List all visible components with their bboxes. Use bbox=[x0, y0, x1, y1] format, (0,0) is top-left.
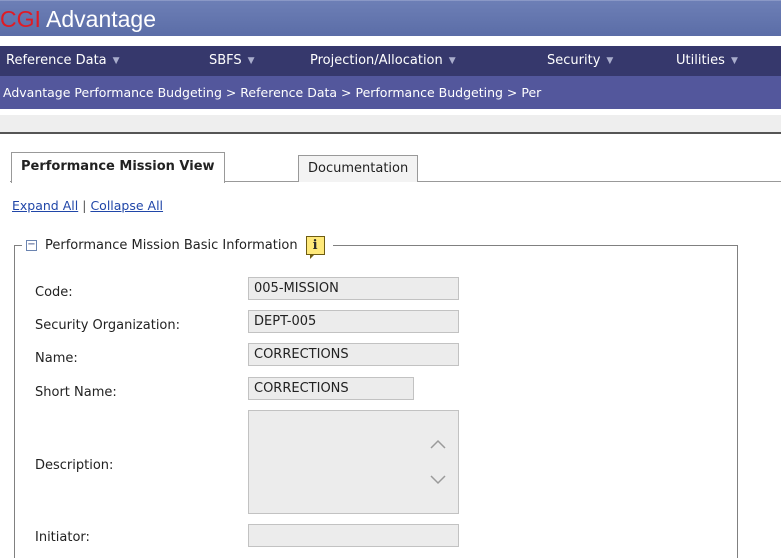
menu-reference-data[interactable]: Reference Data ▼ bbox=[6, 46, 120, 76]
short-name-label: Short Name: bbox=[35, 385, 117, 400]
tab-documentation[interactable]: Documentation bbox=[298, 155, 419, 182]
name-field[interactable]: CORRECTIONS bbox=[248, 343, 459, 366]
menu-label: Security bbox=[547, 53, 601, 68]
logo-brand: CGI bbox=[0, 6, 41, 32]
chevron-down-icon: ▼ bbox=[448, 56, 456, 66]
expand-collapse-links: Expand All | Collapse All bbox=[12, 198, 163, 213]
chevron-down-icon: ▼ bbox=[730, 56, 738, 66]
code-label: Code: bbox=[35, 285, 73, 300]
menu-security[interactable]: Security ▼ bbox=[547, 46, 613, 76]
title-bar: CGI Advantage bbox=[0, 0, 781, 36]
menu-projection-allocation[interactable]: Projection/Allocation ▼ bbox=[310, 46, 456, 76]
chevron-down-icon: ▼ bbox=[247, 56, 255, 66]
scroll-up-icon[interactable] bbox=[430, 439, 446, 449]
link-separator: | bbox=[82, 198, 87, 213]
menu-label: Reference Data bbox=[6, 53, 107, 68]
initiator-label: Initiator: bbox=[35, 530, 90, 545]
security-org-field[interactable]: DEPT-005 bbox=[248, 310, 459, 333]
collapse-all-link[interactable]: Collapse All bbox=[90, 198, 163, 213]
breadcrumb[interactable]: Advantage Performance Budgeting > Refere… bbox=[0, 76, 781, 109]
description-textarea[interactable] bbox=[248, 410, 459, 514]
collapse-icon[interactable]: − bbox=[26, 239, 37, 251]
short-name-field[interactable]: CORRECTIONS bbox=[248, 377, 414, 400]
menu-label: Utilities bbox=[676, 53, 725, 68]
app-logo[interactable]: CGI Advantage bbox=[0, 3, 156, 35]
main-menu-bar: Reference Data ▼ SBFS ▼ Projection/Allocat… bbox=[0, 46, 781, 76]
scroll-down-icon[interactable] bbox=[430, 475, 446, 485]
expand-all-link[interactable]: Expand All bbox=[12, 198, 78, 213]
toolbar-strip bbox=[0, 115, 781, 134]
menu-label: Projection/Allocation bbox=[310, 53, 443, 68]
chevron-down-icon: ▼ bbox=[112, 56, 120, 66]
code-field[interactable]: 005-MISSION bbox=[248, 277, 459, 300]
menu-utilities[interactable]: Utilities ▼ bbox=[676, 46, 738, 76]
initiator-field[interactable] bbox=[248, 524, 459, 547]
info-icon[interactable]: i bbox=[305, 235, 325, 259]
description-label: Description: bbox=[35, 458, 114, 473]
section-header: − Performance Mission Basic Information … bbox=[22, 233, 333, 259]
name-label: Name: bbox=[35, 351, 78, 366]
logo-name: Advantage bbox=[46, 6, 156, 32]
chevron-down-icon: ▼ bbox=[606, 56, 614, 66]
security-org-label: Security Organization: bbox=[35, 318, 181, 333]
menu-sbfs[interactable]: SBFS ▼ bbox=[209, 46, 255, 76]
menu-label: SBFS bbox=[209, 53, 242, 68]
tab-performance-mission-view[interactable]: Performance Mission View bbox=[11, 152, 225, 183]
section-title: Performance Mission Basic Information bbox=[45, 237, 298, 253]
